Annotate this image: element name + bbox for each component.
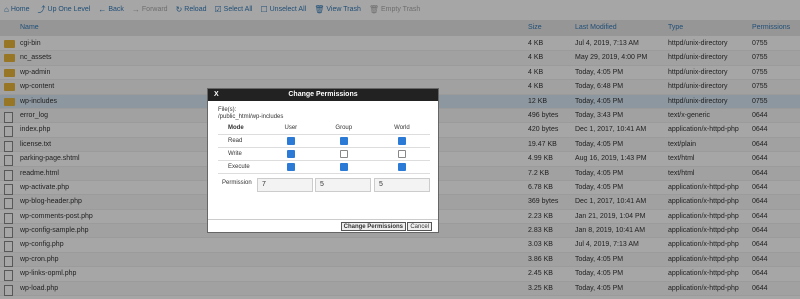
dialog-title: Change Permissions	[288, 91, 358, 98]
group-header: Group	[313, 122, 374, 135]
world-execute-checkbox[interactable]	[397, 163, 406, 171]
world-permission-field[interactable]: 5	[374, 178, 430, 192]
group-write-checkbox[interactable]	[339, 150, 348, 158]
world-header: World	[373, 122, 430, 135]
world-read-checkbox[interactable]	[397, 137, 406, 145]
close-icon[interactable]: X	[214, 89, 219, 101]
group-read-checkbox[interactable]	[339, 137, 348, 145]
user-execute-checkbox[interactable]	[286, 163, 295, 171]
world-write-checkbox[interactable]	[397, 150, 406, 158]
group-permission-field[interactable]: 5	[315, 178, 371, 192]
group-execute-checkbox[interactable]	[339, 163, 348, 171]
permissions-table: Mode User Group World Read Write Execute	[218, 122, 430, 174]
mode-label: Write	[218, 147, 268, 161]
permission-label: Permission	[222, 180, 252, 186]
dialog-footer: Change Permissions Cancel	[208, 219, 438, 232]
dialog-title-bar: X Change Permissions	[208, 89, 438, 101]
files-label: File(s):	[218, 107, 237, 113]
cancel-button[interactable]: Cancel	[407, 222, 432, 231]
user-read-checkbox[interactable]	[286, 137, 295, 145]
change-permissions-button[interactable]: Change Permissions	[340, 222, 406, 231]
mode-header: Mode	[218, 122, 268, 135]
change-permissions-dialog: X Change Permissions File(s): /public_ht…	[207, 88, 439, 233]
user-permission-field[interactable]: 7	[257, 178, 313, 192]
files-path: /public_html/wp-includes	[218, 114, 284, 120]
mode-label: Execute	[218, 160, 268, 174]
user-write-checkbox[interactable]	[286, 150, 295, 158]
mode-label: Read	[218, 134, 268, 148]
user-header: User	[268, 122, 314, 135]
